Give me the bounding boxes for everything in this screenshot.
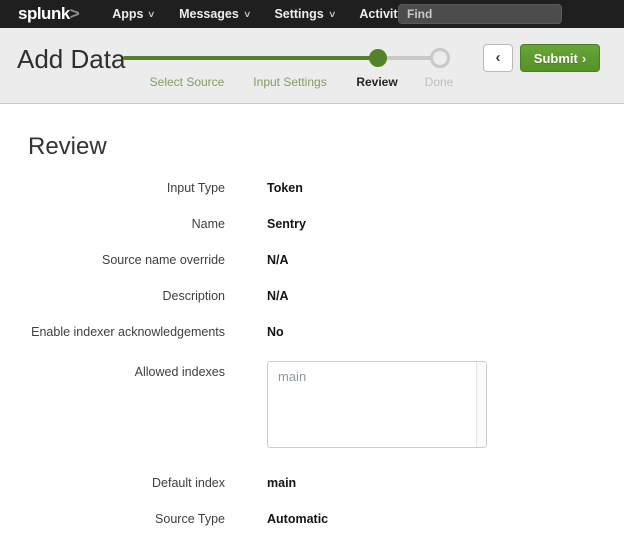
- step-input-settings: Input Settings: [253, 75, 326, 89]
- step-done: Done: [425, 75, 454, 89]
- chevron-down-icon: ∨: [243, 9, 252, 20]
- field-label: Source name override: [0, 253, 225, 267]
- field-label: Default index: [0, 476, 225, 490]
- menu-messages[interactable]: Messages ∨: [167, 0, 262, 28]
- progress-line-complete: [123, 56, 378, 60]
- search-input[interactable]: [398, 4, 562, 24]
- back-button[interactable]: ‹: [483, 44, 513, 72]
- allowed-indexes-listbox[interactable]: main: [267, 361, 487, 448]
- field-row-source-name-override: Source name override N/A: [0, 253, 624, 267]
- field-value: main: [267, 476, 296, 490]
- menu-apps[interactable]: Apps ∨: [100, 0, 167, 28]
- menu-apps-label: Apps: [112, 7, 143, 21]
- field-row-description: Description N/A: [0, 289, 624, 303]
- chevron-down-icon: ∨: [328, 9, 337, 20]
- topbar: splunk> Apps ∨ Messages ∨ Settings ∨ Act…: [0, 0, 624, 28]
- chevron-left-icon: ‹: [496, 49, 501, 66]
- submit-button[interactable]: Submit ›: [520, 44, 600, 72]
- submit-button-label: Submit: [534, 51, 578, 66]
- field-label: Source Type: [0, 512, 225, 526]
- menu-messages-label: Messages: [179, 7, 239, 21]
- topbar-menus: Apps ∨ Messages ∨ Settings ∨ Activity ∨: [100, 0, 428, 28]
- field-value: N/A: [267, 289, 289, 303]
- field-row-source-type: Source Type Automatic: [0, 512, 624, 526]
- step-select-source: Select Source: [150, 75, 225, 89]
- menu-settings-label: Settings: [274, 7, 323, 21]
- field-value: Automatic: [267, 512, 328, 526]
- field-row-indexer-acknowledgements: Enable indexer acknowledgements No: [0, 325, 624, 339]
- progress-dot-current-step: [369, 49, 387, 67]
- field-label: Enable indexer acknowledgements: [0, 325, 225, 339]
- field-label: Input Type: [0, 181, 225, 195]
- listbox-scrollbar[interactable]: [476, 362, 486, 447]
- menu-settings[interactable]: Settings ∨: [262, 0, 347, 28]
- splunk-logo-mark: >: [70, 4, 79, 23]
- field-row-allowed-indexes: Allowed indexes main: [0, 361, 624, 448]
- splunk-logo[interactable]: splunk>: [18, 0, 79, 28]
- wizard-header: Add Data Select Source Input Settings Re…: [0, 28, 624, 104]
- step-review: Review: [356, 75, 397, 89]
- field-label: Description: [0, 289, 225, 303]
- field-value: N/A: [267, 253, 289, 267]
- field-value: No: [267, 325, 284, 339]
- chevron-down-icon: ∨: [147, 9, 156, 20]
- field-row-name: Name Sentry: [0, 217, 624, 231]
- progress-circle-done-step: [430, 48, 450, 68]
- field-label: Allowed indexes: [0, 361, 225, 379]
- field-value: Sentry: [267, 217, 306, 231]
- field-label: Name: [0, 217, 225, 231]
- listbox-item-main: main: [268, 362, 486, 392]
- field-row-default-index: Default index main: [0, 476, 624, 490]
- field-row-input-type: Input Type Token: [0, 181, 624, 195]
- chevron-right-icon: ›: [582, 51, 586, 66]
- page-title: Add Data: [17, 44, 125, 75]
- splunk-logo-text: splunk: [18, 4, 70, 23]
- review-heading: Review: [28, 133, 624, 161]
- review-panel: Review Input Type Token Name Sentry Sour…: [0, 104, 624, 526]
- field-value: Token: [267, 181, 303, 195]
